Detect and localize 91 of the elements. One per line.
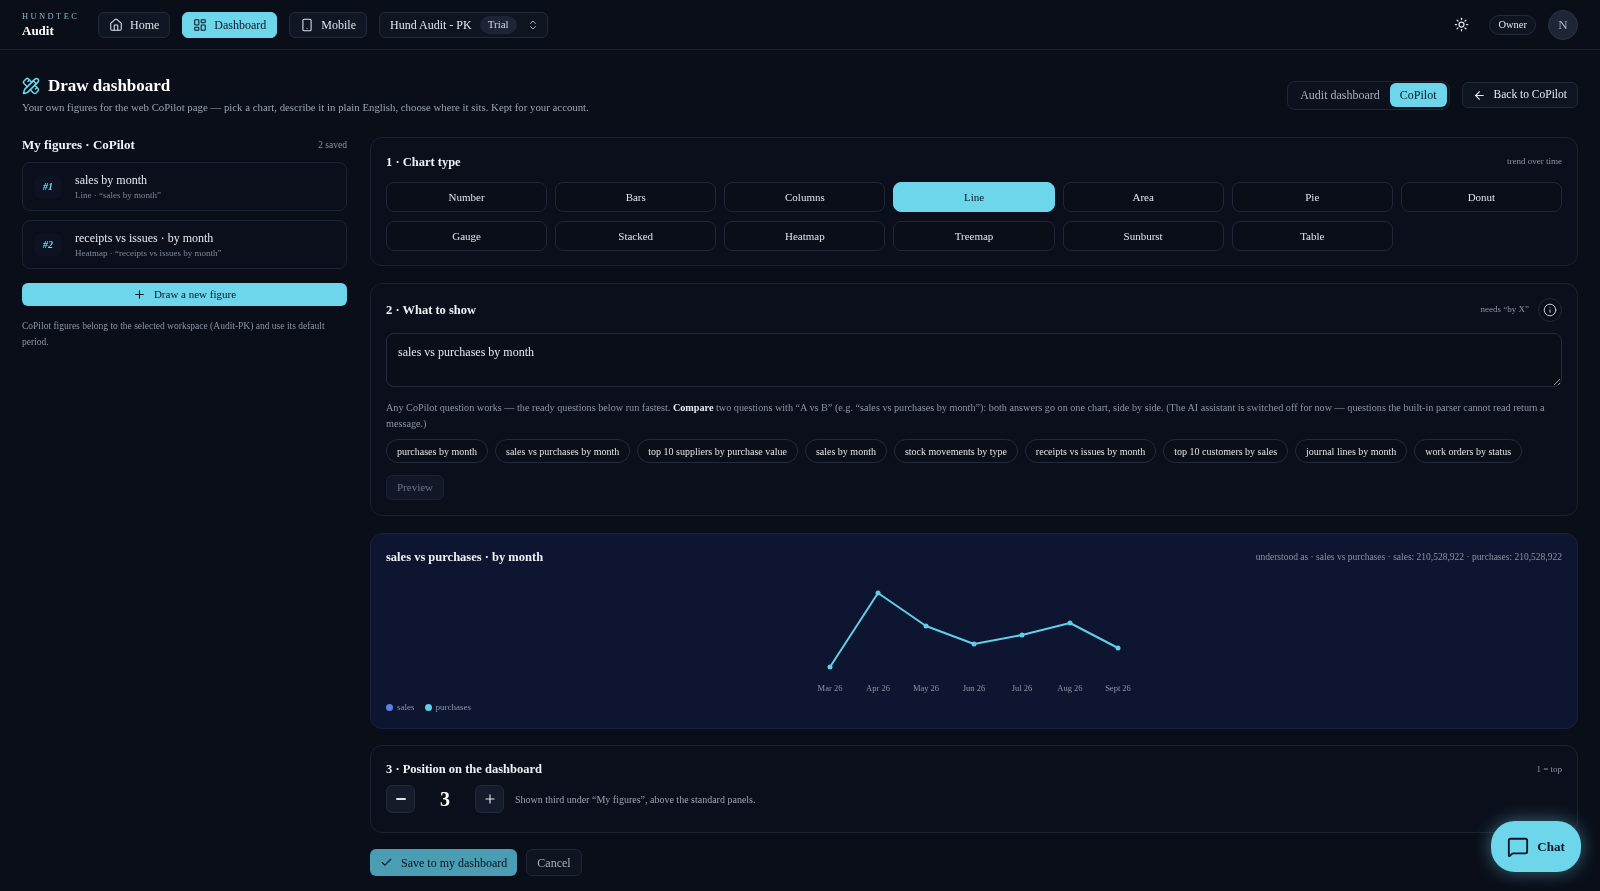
- nav-tab[interactable]: Home: [98, 11, 171, 38]
- legend-label: purchases: [435, 700, 471, 714]
- arrow-left-icon: [1472, 88, 1486, 102]
- chart-title: sales vs purchases · by month: [386, 548, 544, 566]
- new-figure-button[interactable]: Draw a new figure: [22, 283, 347, 307]
- chart-point: [923, 623, 929, 629]
- figure-title: receipts vs issues · by month: [75, 231, 215, 244]
- increment-button[interactable]: [475, 785, 504, 814]
- suggestion-chip[interactable]: top 10 suppliers by purchase value: [637, 439, 798, 464]
- chart-type-option[interactable]: Donut: [1400, 182, 1562, 213]
- section-title: 2 · What to show: [386, 301, 477, 319]
- chart-type-option[interactable]: Gauge: [386, 221, 548, 252]
- chart-type-option[interactable]: Treemap: [893, 221, 1055, 252]
- plus-icon: [482, 792, 497, 807]
- cancel-button[interactable]: Cancel: [526, 849, 582, 877]
- chart-point: [1067, 620, 1073, 626]
- nav-tab[interactable]: Dashboard: [182, 11, 278, 38]
- query-field[interactable]: sales vs purchases by month: [386, 333, 1562, 388]
- figure-number: #2: [35, 233, 61, 256]
- suggestion-chip[interactable]: work orders by status: [1414, 439, 1523, 464]
- chart-type-option[interactable]: Line: [893, 182, 1055, 213]
- chat-icon: [1507, 835, 1530, 858]
- suggestion-chip[interactable]: journal lines by month: [1295, 439, 1408, 464]
- axis-label: Apr 26: [865, 682, 891, 695]
- chart-type-option[interactable]: Columns: [724, 182, 886, 213]
- suggestion-chip[interactable]: sales vs purchases by month: [495, 439, 631, 464]
- axis-label: Mar 26: [816, 682, 844, 695]
- section-title: 3 · Position on the dashboard: [386, 761, 542, 779]
- back-button[interactable]: Back to CoPilot: [1461, 82, 1578, 109]
- axis-label: May 26: [911, 682, 941, 695]
- sidebar-title: My figures · CoPilot: [22, 136, 135, 155]
- chart-point: [1019, 632, 1025, 638]
- chart-type-option[interactable]: Number: [386, 182, 548, 213]
- save-button[interactable]: Save to my dashboard: [370, 849, 518, 877]
- chat-button[interactable]: Chat: [1491, 821, 1581, 872]
- chart-summary: understood as · sales vs purchases · sales: 210,528,922 · purchases: 210,528,922: [1255, 551, 1562, 565]
- role-badge: Owner: [1489, 14, 1536, 35]
- chart-point: [827, 664, 833, 670]
- chart-point: [1115, 645, 1121, 651]
- avatar[interactable]: N: [1548, 9, 1578, 40]
- legend-label: sales: [397, 700, 415, 714]
- suggestion-chip[interactable]: receipts vs issues by month: [1024, 439, 1157, 464]
- nav-tab[interactable]: Mobile: [289, 11, 367, 38]
- brand-name: Audit: [22, 24, 55, 38]
- position-value: 3: [439, 787, 451, 813]
- page-subtitle: Your own figures for the web CoPilot page — pick a chart, describe it in plain English, choose where it sits. Kept for your account.: [22, 100, 589, 115]
- chart-type-option[interactable]: Sunburst: [1062, 221, 1224, 252]
- suggestion-chip[interactable]: top 10 customers by sales: [1163, 439, 1289, 464]
- view-tab[interactable]: Audit dashboard: [1290, 83, 1390, 108]
- view-tab[interactable]: CoPilot: [1389, 83, 1447, 108]
- figure-detail: Heatmap · “receipts vs issues by month”: [75, 248, 222, 258]
- page-title: Draw dashboard: [48, 75, 171, 97]
- position-note: Shown third under “My figures”, above the standard panels.: [515, 792, 756, 807]
- suggestion-chip[interactable]: purchases by month: [386, 439, 488, 464]
- section-hint: 1 = top: [1536, 762, 1562, 776]
- section-title: 1 · Chart type: [386, 153, 461, 171]
- chart-type-option[interactable]: Area: [1062, 182, 1224, 213]
- figure-detail: Line · “sales by month”: [75, 190, 161, 200]
- phone-icon: [300, 17, 315, 32]
- chart-point: [875, 590, 881, 596]
- axis-label: Aug 26: [1056, 682, 1084, 695]
- suggestion-chip[interactable]: sales by month: [804, 439, 887, 464]
- section-hint: trend over time: [1507, 155, 1562, 169]
- figure-card[interactable]: #1 sales by month Line · “sales by month”: [22, 162, 347, 212]
- theme-icon[interactable]: [1454, 17, 1470, 32]
- chart-point: [971, 641, 977, 647]
- chart-type-option[interactable]: Heatmap: [724, 221, 886, 252]
- axis-label: Sept 26: [1104, 682, 1132, 695]
- home-icon: [109, 17, 123, 32]
- workspace-selector[interactable]: Hund Audit - PK Trial: [379, 11, 548, 38]
- chart-type-option[interactable]: Stacked: [555, 221, 717, 252]
- chart-type-option[interactable]: Table: [1231, 221, 1393, 252]
- figure-number: #1: [35, 175, 61, 198]
- decrement-button[interactable]: [386, 785, 415, 814]
- grid-icon: [193, 17, 208, 32]
- saved-count: 2 saved: [318, 139, 347, 153]
- figure-card[interactable]: #2 receipts vs issues · by month Heatmap · “receipts vs issues by month”: [22, 220, 347, 270]
- minus-icon: [395, 798, 406, 801]
- brand-kicker: HUNDTEC: [22, 11, 81, 21]
- axis-label: Jun 26: [961, 682, 987, 695]
- pencil-ruler-icon: [22, 77, 40, 95]
- plus-icon: [132, 288, 146, 302]
- chart-type-option[interactable]: Pie: [1231, 182, 1393, 213]
- axis-label: Jul 26: [1010, 682, 1034, 695]
- plan-badge: Trial: [479, 15, 517, 34]
- figure-title: sales by month: [75, 173, 148, 186]
- help-text: Any CoPilot question works — the ready questions below run fastest. Compare two questions with “A vs B” (e.g. “sales vs purchases by month”): both answers go on one chart, side by side. (The AI assistant is switched off for now — questions the built-in parser cannot read return a message.): [386, 401, 1546, 432]
- sidebar-note: CoPilot figures belong to the selected workspace (Audit-PK) and use its default period.: [22, 320, 326, 350]
- section-hint: needs “by X”: [1480, 303, 1529, 317]
- suggestion-chip[interactable]: stock movements by type: [893, 439, 1018, 464]
- chart-type-option[interactable]: Bars: [555, 182, 717, 213]
